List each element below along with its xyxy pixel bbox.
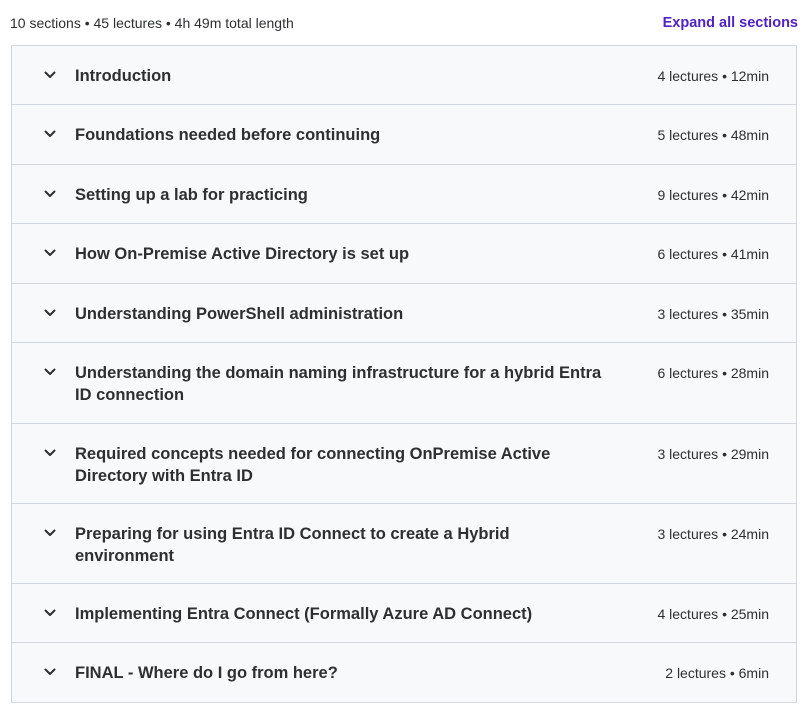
section-meta: 3 lectures • 29min (657, 446, 769, 462)
section-title: Implementing Entra Connect (Formally Azu… (75, 605, 533, 623)
section-item[interactable]: Understanding PowerShell administration … (12, 284, 796, 343)
section-meta: 6 lectures • 28min (657, 365, 769, 381)
chevron-down-icon[interactable] (42, 186, 58, 202)
section-title: Introduction (75, 67, 172, 85)
chevron-down-icon[interactable] (42, 364, 58, 380)
section-item[interactable]: Foundations needed before continuing 5 l… (12, 105, 796, 165)
section-title: FINAL - Where do I go from here? (75, 664, 338, 682)
section-meta: 4 lectures • 25min (657, 606, 769, 622)
chevron-down-icon[interactable] (42, 664, 58, 680)
chevron-down-icon[interactable] (42, 67, 58, 83)
chevron-down-icon[interactable] (42, 445, 58, 461)
section-meta: 9 lectures • 42min (657, 187, 769, 203)
section-title: Preparing for using Entra ID Connect to … (75, 525, 510, 565)
section-item[interactable]: Understanding the domain naming infrastr… (12, 343, 796, 424)
section-item[interactable]: Preparing for using Entra ID Connect to … (12, 504, 796, 584)
chevron-down-icon[interactable] (42, 525, 58, 541)
chevron-down-icon[interactable] (42, 126, 58, 142)
section-item[interactable]: Setting up a lab for practicing 9 lectur… (12, 165, 796, 224)
section-meta: 3 lectures • 35min (657, 306, 769, 322)
chevron-down-icon[interactable] (42, 305, 58, 321)
section-item[interactable]: Introduction 4 lectures • 12min (12, 46, 796, 105)
section-title: Understanding PowerShell administration (75, 305, 404, 323)
section-list: Introduction 4 lectures • 12min Foundati… (11, 45, 797, 703)
section-item[interactable]: Required concepts needed for connecting … (12, 424, 796, 504)
chevron-down-icon[interactable] (42, 605, 58, 621)
section-meta: 6 lectures • 41min (657, 246, 769, 262)
section-meta: 5 lectures • 48min (657, 127, 769, 143)
chevron-down-icon[interactable] (42, 245, 58, 261)
section-title: How On-Premise Active Directory is set u… (75, 245, 410, 263)
expand-all-sections-button[interactable]: Expand all sections (663, 15, 798, 31)
curriculum-summary: 10 sections • 45 lectures • 4h 49m total… (10, 13, 798, 33)
section-item[interactable]: Implementing Entra Connect (Formally Azu… (12, 584, 796, 643)
section-item[interactable]: FINAL - Where do I go from here? 2 lectu… (12, 643, 796, 702)
section-meta: 2 lectures • 6min (665, 665, 769, 681)
curriculum-summary-text: 10 sections • 45 lectures • 4h 49m total… (10, 15, 294, 31)
section-meta: 3 lectures • 24min (657, 526, 769, 542)
section-title: Understanding the domain naming infrastr… (75, 364, 602, 404)
section-item[interactable]: How On-Premise Active Directory is set u… (12, 224, 796, 284)
section-title: Foundations needed before continuing (75, 126, 381, 144)
section-meta: 4 lectures • 12min (657, 68, 769, 84)
section-title: Setting up a lab for practicing (75, 186, 308, 204)
section-title: Required concepts needed for connecting … (75, 445, 551, 485)
